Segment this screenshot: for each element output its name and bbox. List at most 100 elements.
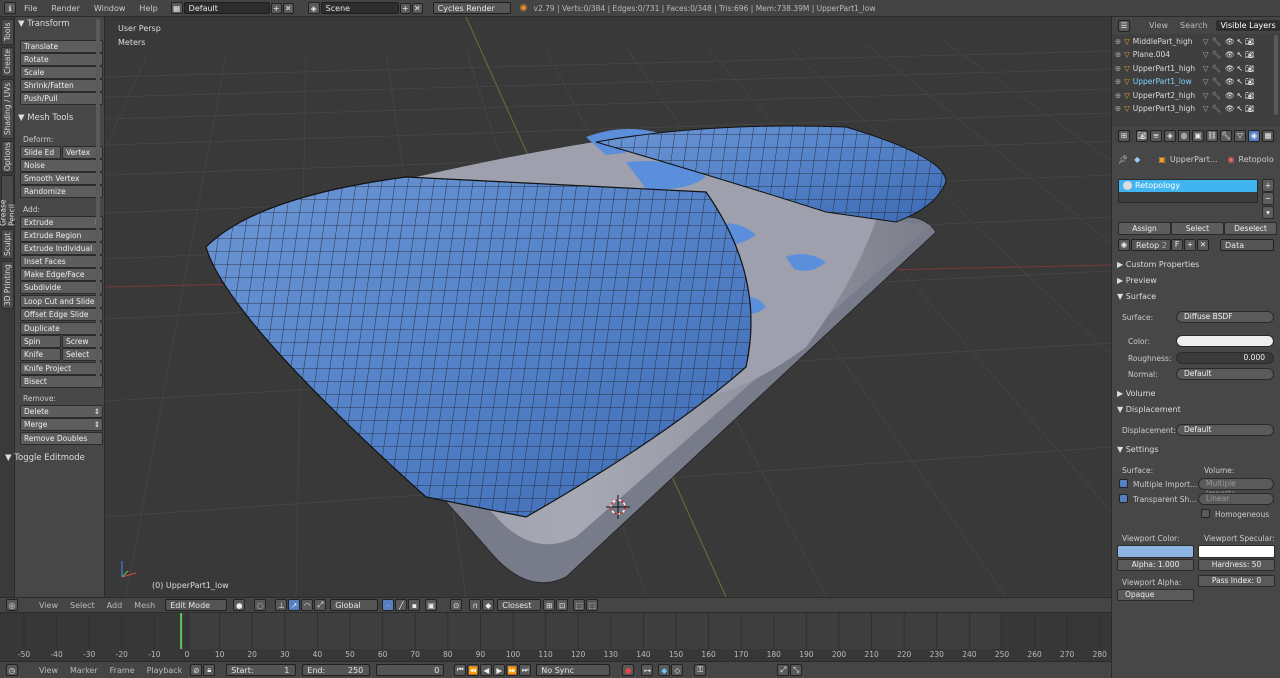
viewport-alpha-select[interactable]: Opaque xyxy=(1117,589,1194,601)
render-layers-tab-icon[interactable]: ≡ xyxy=(1150,129,1162,142)
duplicate-button[interactable]: Duplicate xyxy=(20,322,103,335)
outliner-item[interactable]: ⊕ ▽ UpperPart1_high ▽ 🔧︎ 👁︎ ↖ 📷︎ xyxy=(1112,62,1280,75)
outliner-scrollbar[interactable] xyxy=(1274,35,1278,115)
surface-shader-field[interactable]: Diffuse BSDF xyxy=(1176,311,1274,323)
visibility-icon[interactable]: 👁︎ xyxy=(1225,77,1235,86)
3d-viewport[interactable]: User Persp Meters (0) UpperPart1_low xyxy=(106,17,1111,597)
pivot-point-icon[interactable]: ◌ xyxy=(254,599,267,611)
noise-button[interactable]: Noise xyxy=(20,159,103,172)
merge-dropdown[interactable]: Merge ⇕ xyxy=(20,418,103,431)
editor-type-icon[interactable]: ◎ xyxy=(6,599,18,611)
scene-tab-icon[interactable]: ◈ xyxy=(1164,129,1176,142)
settings-panel[interactable]: ▼ Settings xyxy=(1117,445,1159,454)
face-select-icon[interactable]: ▪ xyxy=(408,599,421,611)
tab-shading-uvs[interactable]: Shading / UVs xyxy=(1,79,14,139)
menu-render[interactable]: Render xyxy=(44,4,86,13)
tab-sculpt[interactable]: Sculpt xyxy=(1,229,14,259)
new-material-icon[interactable]: + xyxy=(1184,238,1196,251)
expand-icon[interactable]: ⊕ xyxy=(1112,64,1124,73)
menu-marker[interactable]: Marker xyxy=(64,666,104,675)
visibility-icon[interactable]: 👁︎ xyxy=(1225,50,1235,59)
menu-view[interactable]: View xyxy=(33,601,64,610)
displacement-panel[interactable]: ▼ Displacement xyxy=(1117,405,1181,414)
preview-range-icon[interactable]: ⊘ xyxy=(190,664,203,676)
tab-tools[interactable]: Tools xyxy=(1,19,14,45)
multiple-importance-checkbox[interactable] xyxy=(1119,479,1128,488)
expand-icon[interactable]: ⊕ xyxy=(1112,77,1124,86)
outliner-item[interactable]: ⊕ ▽ UpperPart1_low ▽ 🔧︎ 👁︎ ↖ 📷︎ xyxy=(1112,75,1280,88)
menu-frame[interactable]: Frame xyxy=(104,666,141,675)
slide-edge-button[interactable]: Slide Ed xyxy=(20,146,61,159)
jump-key-back-icon[interactable]: ⏪ xyxy=(467,664,480,676)
screen-layout-field[interactable]: Default xyxy=(183,2,270,14)
expand-icon[interactable]: ⊕ xyxy=(1112,104,1124,113)
delete-dropdown[interactable]: Delete ⇕ xyxy=(20,405,103,418)
translate-button[interactable]: Translate xyxy=(20,40,103,53)
remove-slot-button[interactable]: − xyxy=(1262,192,1274,205)
modifiers-tab-icon[interactable]: 🔧︎ xyxy=(1220,129,1232,142)
menu-add[interactable]: Add xyxy=(101,601,129,610)
preview-panel[interactable]: ▶ Preview xyxy=(1117,276,1157,285)
translate-manipulator-icon[interactable]: ↗ xyxy=(288,599,301,611)
snap-icon[interactable]: ∩ xyxy=(469,599,482,611)
select-button[interactable]: Select xyxy=(1171,222,1224,235)
keyframe-insert-icon[interactable]: ◇ xyxy=(671,664,684,676)
slot-menu-button[interactable]: ▾ xyxy=(1262,206,1274,219)
fake-user-button[interactable]: F xyxy=(1171,238,1183,251)
timeline-editor-icon[interactable]: ◷ xyxy=(6,664,18,676)
keying-set-icon[interactable]: ⚿ xyxy=(694,664,707,676)
menu-window[interactable]: Window xyxy=(87,4,133,13)
select-arrow-icon[interactable]: ↖ xyxy=(1237,104,1243,113)
surface-panel[interactable]: ▼ Surface xyxy=(1117,292,1156,301)
remove-layout-button[interactable]: ✕ xyxy=(282,2,294,14)
play-icon[interactable]: ▶ xyxy=(493,664,506,676)
jump-key-forward-icon[interactable]: ⏩ xyxy=(506,664,519,676)
tab-create[interactable]: Create xyxy=(1,47,14,77)
limit-selection-icon[interactable]: ▣ xyxy=(425,599,438,611)
material-browse-icon[interactable]: ◉ xyxy=(1118,238,1130,251)
tab-grease-pencil[interactable]: Grease Pencil xyxy=(0,175,17,227)
hardness-field[interactable]: Hardness: 50 xyxy=(1198,559,1275,571)
assign-button[interactable]: Assign xyxy=(1118,222,1171,235)
jump-end-icon[interactable]: ⏭ xyxy=(519,664,532,676)
render-camera-icon[interactable]: 📷︎ xyxy=(1245,64,1255,73)
expand-icon[interactable]: ⊕ xyxy=(1112,91,1124,100)
visibility-icon[interactable]: 👁︎ xyxy=(1225,64,1235,73)
scene-icon[interactable]: ◈ xyxy=(307,2,320,14)
viewport-specular-swatch[interactable] xyxy=(1198,545,1275,558)
volume-panel[interactable]: ▶ Volume xyxy=(1117,389,1155,398)
play-reverse-icon[interactable]: ◀ xyxy=(480,664,493,676)
render-camera-icon[interactable]: 📷︎ xyxy=(1245,91,1255,100)
add-scene-button[interactable]: + xyxy=(399,2,411,14)
spin-button[interactable]: Spin xyxy=(20,335,61,348)
mesh-tools-panel-header[interactable]: ▼ Mesh Tools xyxy=(18,113,73,123)
render-camera-icon[interactable]: 📷︎ xyxy=(1245,104,1255,113)
render-camera-icon[interactable]: 📷︎ xyxy=(1245,77,1255,86)
loop-cut-slide-button[interactable]: Loop Cut and Slide xyxy=(20,295,103,308)
remove-scene-button[interactable]: ✕ xyxy=(411,2,423,14)
jump-start-icon[interactable]: ⏮ xyxy=(454,664,467,676)
outliner-item[interactable]: ⊕ ▽ UpperPart2_high ▽ 🔧︎ 👁︎ ↖ 📷︎ xyxy=(1112,89,1280,102)
snap-element-icon[interactable]: ◆ xyxy=(482,599,495,611)
rotate-button[interactable]: Rotate xyxy=(20,53,103,66)
select-arrow-icon[interactable]: ↖ xyxy=(1237,37,1243,46)
record-icon[interactable]: ● xyxy=(622,664,635,676)
snap-target-select[interactable]: Closest xyxy=(497,599,542,611)
knife-project-button[interactable]: Knife Project xyxy=(20,362,103,375)
extrude-individual-button[interactable]: Extrude Individual xyxy=(20,242,103,255)
mode-select[interactable]: Edit Mode xyxy=(165,599,228,611)
expand-icon[interactable]: ⊕ xyxy=(1112,50,1124,59)
scale-button[interactable]: Scale xyxy=(20,66,103,79)
edge-select-icon[interactable]: ╱ xyxy=(395,599,408,611)
alpha-field[interactable]: Alpha: 1.000 xyxy=(1117,559,1194,571)
opengl-render-icon[interactable]: ⬚ xyxy=(573,599,586,611)
outliner-item[interactable]: ⊕ ▽ Plane.004 ▽ 🔧︎ 👁︎ ↖ 📷︎ xyxy=(1112,48,1280,61)
volume-sampling-field[interactable]: Multiple Importa... xyxy=(1198,478,1274,498)
render-tab-icon[interactable]: 📷︎ xyxy=(1136,129,1148,142)
scene-field[interactable]: Scene xyxy=(320,2,399,14)
snap-project-icon[interactable]: ⊡ xyxy=(556,599,569,611)
delete-key-icon[interactable]: ⤡ xyxy=(790,664,803,676)
extrude-region-button[interactable]: Extrude Region xyxy=(20,229,103,242)
material-slot-row[interactable]: Retopology xyxy=(1119,180,1257,192)
link-select[interactable]: Data xyxy=(1220,238,1274,251)
